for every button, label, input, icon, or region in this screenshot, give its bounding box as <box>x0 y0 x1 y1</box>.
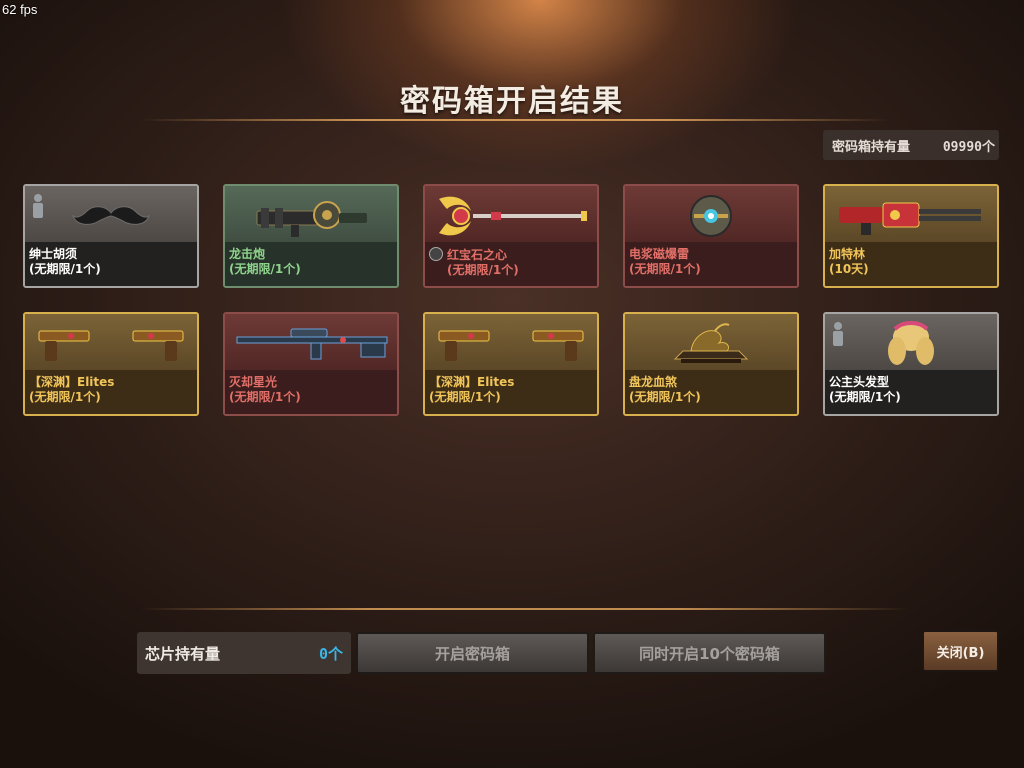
reward-card[interactable]: 红宝石之心 (无期限/1个) <box>423 184 599 288</box>
dragon-melee-icon <box>625 314 797 374</box>
grenade-icon <box>625 186 797 246</box>
badge-icon <box>429 247 443 261</box>
staff-icon <box>425 186 597 246</box>
item-duration: (无期限/1个) <box>829 390 901 404</box>
item-name: 【深渊】Elites <box>29 375 115 389</box>
title-divider <box>140 119 890 121</box>
item-duration: (无期限/1个) <box>629 390 701 404</box>
reward-card[interactable]: 【深渊】Elites (无期限/1个) <box>23 312 199 416</box>
gatling-icon <box>825 186 997 246</box>
chip-count: 芯片持有量 0个 <box>137 632 351 674</box>
item-name: 公主头发型 <box>829 375 890 389</box>
reward-card[interactable]: 盘龙血煞 (无期限/1个) <box>623 312 799 416</box>
reward-grid: 绅士胡须 (无期限/1个) 龙击炮 (无期限/1个) 红宝石之心 (无期限/1个… <box>23 184 1003 420</box>
mustache-icon <box>25 186 197 246</box>
item-name: 【深渊】Elites <box>429 375 515 389</box>
item-name: 红宝石之心 <box>429 247 593 263</box>
box-owned-value: 09990个 <box>942 139 995 155</box>
cannon-icon <box>225 186 397 246</box>
box-owned-count: 密码箱持有量 09990个 <box>823 130 999 160</box>
item-duration: (无期限/1个) <box>629 262 701 276</box>
hairstyle-icon <box>825 314 997 374</box>
item-name: 加特林 <box>829 247 866 261</box>
reward-card[interactable]: 绅士胡须 (无期限/1个) <box>23 184 199 288</box>
item-duration: (无期限/1个) <box>447 263 519 277</box>
sniper-rifle-icon <box>225 314 397 374</box>
item-name: 龙击炮 <box>229 247 266 261</box>
reward-card[interactable]: 加特林 (10天) <box>823 184 999 288</box>
bottom-divider <box>140 608 910 610</box>
reward-card[interactable]: 电浆磁爆雷 (无期限/1个) <box>623 184 799 288</box>
item-duration: (无期限/1个) <box>429 390 501 404</box>
box-owned-label: 密码箱持有量 <box>832 139 911 155</box>
dual-pistols-icon <box>25 314 197 374</box>
reward-card[interactable]: 龙击炮 (无期限/1个) <box>223 184 399 288</box>
item-name: 电浆磁爆雷 <box>629 247 690 261</box>
character-lock-icon <box>831 322 845 346</box>
reward-card[interactable]: 公主头发型 (无期限/1个) <box>823 312 999 416</box>
item-duration: (无期限/1个) <box>229 262 301 276</box>
item-duration: (无期限/1个) <box>229 390 301 404</box>
item-name: 绅士胡须 <box>29 247 78 261</box>
fps-counter: 62 fps <box>2 2 38 17</box>
reward-card[interactable]: 【深渊】Elites (无期限/1个) <box>423 312 599 416</box>
item-duration: (无期限/1个) <box>29 390 101 404</box>
close-button[interactable]: 关闭(B) <box>922 630 999 672</box>
chip-label: 芯片持有量 <box>145 644 221 663</box>
open-box-button[interactable]: 开启密码箱 <box>356 632 589 674</box>
open-10-boxes-button[interactable]: 同时开启10个密码箱 <box>593 632 826 674</box>
page-title: 密码箱开启结果 <box>400 84 624 119</box>
item-duration: (10天) <box>829 262 869 276</box>
reward-card[interactable]: 灭却星光 (无期限/1个) <box>223 312 399 416</box>
dual-pistols-icon <box>425 314 597 374</box>
character-lock-icon <box>31 194 45 218</box>
item-name: 盘龙血煞 <box>629 375 678 389</box>
item-duration: (无期限/1个) <box>29 262 101 276</box>
chip-value: 0个 <box>318 644 343 663</box>
item-name: 灭却星光 <box>229 375 278 389</box>
